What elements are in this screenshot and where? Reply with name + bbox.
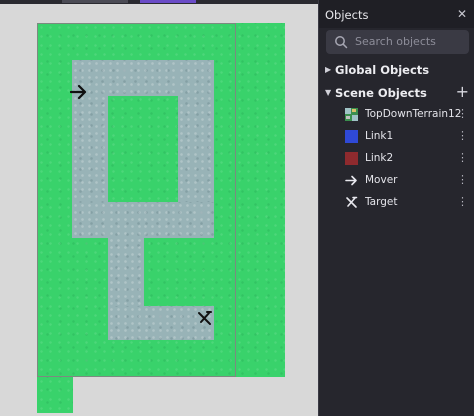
search-input[interactable]: Search objects — [326, 30, 469, 54]
search-placeholder: Search objects — [355, 35, 436, 48]
objects-panel: Objects ✕ Search objects ▶ Global Object… — [318, 0, 474, 416]
object-item-link1[interactable]: Link1 ⋮ — [319, 127, 474, 147]
object-label: TopDownTerrain128... — [365, 108, 461, 120]
object-item-target[interactable]: Target ⋮ — [319, 193, 474, 213]
global-objects-label: Global Objects — [335, 63, 430, 77]
kebab-menu-icon[interactable]: ⋮ — [457, 173, 468, 186]
kebab-menu-icon[interactable]: ⋮ — [457, 107, 468, 120]
kebab-menu-icon[interactable]: ⋮ — [457, 151, 468, 164]
cross-marker-icon — [346, 196, 358, 208]
panel-title: Objects — [325, 8, 369, 22]
object-label: Link1 — [365, 130, 394, 142]
editor-tab-strip — [0, 0, 318, 4]
global-objects-group[interactable]: ▶ Global Objects — [319, 62, 474, 80]
grass-tile-area-bottom — [37, 377, 73, 413]
scene-objects-label: Scene Objects — [335, 86, 427, 100]
object-item-mover[interactable]: Mover ⋮ — [319, 171, 474, 191]
kebab-menu-icon[interactable]: ⋮ — [457, 129, 468, 142]
object-item-terrain[interactable]: TopDownTerrain128... ⋮ — [319, 105, 474, 125]
close-icon[interactable]: ✕ — [457, 7, 467, 21]
scene-objects-group[interactable]: ▼ Scene Objects + — [319, 82, 474, 103]
object-label: Mover — [365, 174, 398, 186]
arrow-right-icon — [345, 175, 357, 186]
object-label: Link2 — [365, 152, 394, 164]
object-label: Target — [365, 196, 398, 208]
plus-icon[interactable]: + — [456, 82, 469, 101]
kebab-menu-icon[interactable]: ⋮ — [457, 195, 468, 208]
red-square-icon — [345, 152, 358, 165]
object-item-link2[interactable]: Link2 ⋮ — [319, 149, 474, 169]
mover-sprite[interactable] — [70, 84, 88, 100]
blue-square-icon — [345, 130, 358, 143]
editor-tab-active[interactable] — [140, 0, 196, 3]
scene-canvas[interactable] — [0, 0, 318, 416]
panel-header: Objects ✕ — [319, 0, 474, 28]
editor-tab[interactable] — [62, 0, 128, 3]
caret-down-icon[interactable]: ▼ — [325, 88, 331, 97]
tilemap-thumbnail-icon — [345, 108, 358, 121]
search-icon — [335, 36, 348, 49]
caret-right-icon[interactable]: ▶ — [325, 65, 331, 74]
target-sprite[interactable] — [197, 310, 213, 326]
